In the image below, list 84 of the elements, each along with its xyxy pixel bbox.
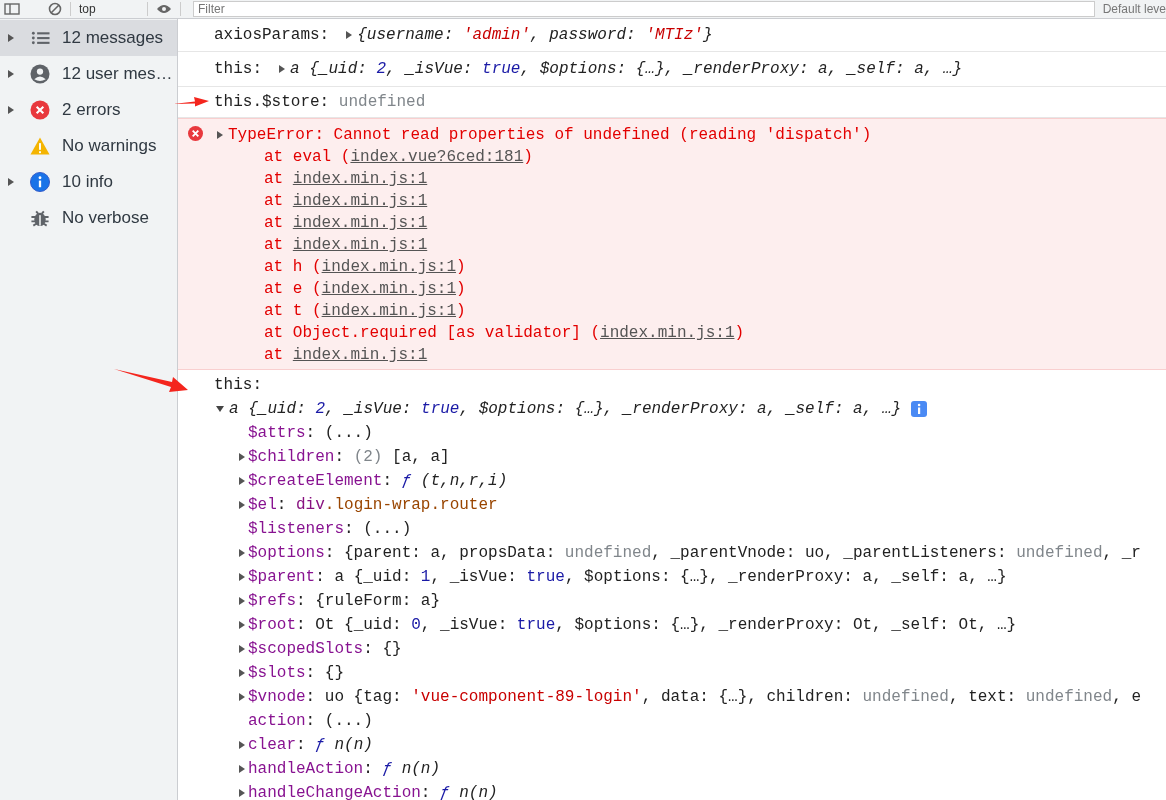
stack-frame: at index.min.js:1 — [264, 236, 428, 254]
source-link[interactable]: index.min.js:1 — [292, 236, 428, 254]
warning-icon — [30, 136, 50, 156]
expand-triangle-icon[interactable] — [238, 548, 246, 558]
eye-icon[interactable] — [156, 3, 172, 15]
filter-field[interactable]: Filter — [193, 1, 1095, 17]
property-line: $slots: {} — [248, 664, 344, 682]
expand-triangle-icon[interactable] — [238, 572, 246, 582]
property-line: handleChangeAction: ƒ n(n) — [248, 784, 498, 800]
property-line: $parent: a {_uid: 1, _isVue: true, $options: {…}, _renderProxy: a, _self: a, …} — [248, 568, 1007, 586]
expand-triangle-icon[interactable] — [238, 740, 246, 750]
error-icon — [188, 126, 203, 141]
property-line: $refs: {ruleForm: a} — [248, 592, 441, 610]
console-message: {username: 'admin', password: 'MTIz'} — [357, 26, 713, 44]
expand-triangle-icon[interactable] — [238, 452, 246, 462]
property-line: action: (...) — [248, 712, 373, 730]
stack-frame: at index.min.js:1 — [264, 214, 428, 232]
sidebar-item[interactable]: 12 messages — [0, 20, 177, 56]
source-link[interactable]: index.min.js:1 — [321, 258, 457, 276]
info-icon[interactable] — [911, 401, 928, 417]
expand-triangle-icon[interactable] — [238, 692, 246, 702]
collapse-triangle-icon[interactable] — [216, 404, 224, 414]
sidebar-item[interactable]: 12 user mes… — [0, 56, 177, 92]
console-message: axiosParams: — [214, 26, 330, 44]
stack-frame: at index.min.js:1 — [264, 192, 428, 210]
bug-icon — [30, 208, 50, 228]
expand-triangle-icon[interactable] — [7, 69, 15, 79]
sidebar-item[interactable]: 2 errors — [0, 92, 177, 128]
source-link[interactable]: index.min.js:1 — [600, 324, 735, 342]
stack-frame: at eval (index.vue?6ced:181) — [264, 148, 533, 166]
expand-triangle-icon[interactable] — [238, 476, 246, 486]
expand-triangle-icon[interactable] — [238, 764, 246, 774]
expand-triangle-icon[interactable] — [7, 177, 15, 187]
expand-triangle-icon[interactable] — [238, 596, 246, 606]
stack-frame: at e (index.min.js:1) — [264, 280, 466, 298]
property-line: $listeners: (...) — [248, 520, 412, 538]
property-line: $el: div.login-wrap.router — [248, 496, 498, 514]
sidebar-item[interactable]: 10 info — [0, 164, 177, 200]
console-message: this.$store: undefined — [214, 93, 426, 111]
object-summary: a {_uid: 2, _isVue: true, $options: {…}, _renderProxy: a, _self: a, …} — [229, 400, 902, 418]
expand-triangle-icon[interactable] — [238, 644, 246, 654]
error-icon — [30, 100, 50, 120]
sidebar-item[interactable]: No verbose — [0, 200, 177, 236]
source-link[interactable]: index.min.js:1 — [321, 280, 457, 298]
source-link[interactable]: index.min.js:1 — [292, 214, 428, 232]
stack-frame: at index.min.js:1 — [264, 170, 428, 188]
expand-triangle-icon[interactable] — [238, 620, 246, 630]
source-link[interactable]: index.min.js:1 — [321, 302, 457, 320]
expand-triangle-icon[interactable] — [7, 105, 15, 115]
error-message: TypeError: Cannot read properties of undefined (reading 'dispatch') — [228, 126, 872, 144]
expand-triangle-icon[interactable] — [216, 130, 224, 140]
sidebar-item[interactable]: No warnings — [0, 128, 177, 164]
property-line: $root: Ot {_uid: 0, _isVue: true, $options: {…}, _renderProxy: Ot, _self: Ot, …} — [248, 616, 1017, 634]
stack-frame: at t (index.min.js:1) — [264, 302, 466, 320]
clear-console-icon[interactable] — [48, 2, 62, 16]
source-link[interactable]: index.min.js:1 — [292, 346, 428, 364]
property-line: $options: {parent: a, propsData: undefined, _parentVnode: uo, _parentListeners: undefined, _r — [248, 544, 1141, 562]
user-icon — [30, 64, 50, 84]
stack-frame: at h (index.min.js:1) — [264, 258, 466, 276]
expand-triangle-icon[interactable] — [238, 500, 246, 510]
stack-frame: at index.min.js:1 — [264, 346, 428, 364]
property-line: $children: (2) [a, a] — [248, 448, 450, 466]
property-line: $createElement: ƒ (t,n,r,i) — [248, 472, 508, 490]
expand-triangle-icon[interactable] — [238, 788, 246, 798]
source-link[interactable]: index.min.js:1 — [292, 192, 428, 210]
sidebar-toggle-icon[interactable] — [4, 3, 20, 15]
expand-triangle-icon[interactable] — [278, 64, 286, 74]
console-message: this: — [214, 376, 262, 394]
property-line: $attrs: (...) — [248, 424, 373, 442]
property-line: $scopedSlots: {} — [248, 640, 402, 658]
expand-triangle-icon[interactable] — [238, 668, 246, 678]
console-message: a {_uid: 2, _isVue: true, $options: {…}, _renderProxy: a, _self: a, …} — [290, 60, 963, 78]
property-line: handleAction: ƒ n(n) — [248, 760, 441, 778]
property-line: clear: ƒ n(n) — [248, 736, 373, 754]
source-link[interactable]: index.min.js:1 — [292, 170, 428, 188]
expand-triangle-icon[interactable] — [7, 33, 15, 43]
console-message: this: — [214, 60, 262, 78]
context-selector[interactable]: top — [79, 2, 139, 16]
expand-triangle-icon[interactable] — [345, 30, 354, 40]
log-levels-dropdown[interactable]: Default leve — [1102, 2, 1166, 16]
source-link[interactable]: index.vue?6ced:181 — [350, 148, 524, 166]
info-icon — [30, 172, 50, 192]
property-line: $vnode: uo {tag: 'vue-component-89-login', data: {…}, children: undefined, text: undefined, e — [248, 688, 1141, 706]
stack-frame: at Object.required [as validator] (index.min.js:1) — [264, 324, 745, 342]
